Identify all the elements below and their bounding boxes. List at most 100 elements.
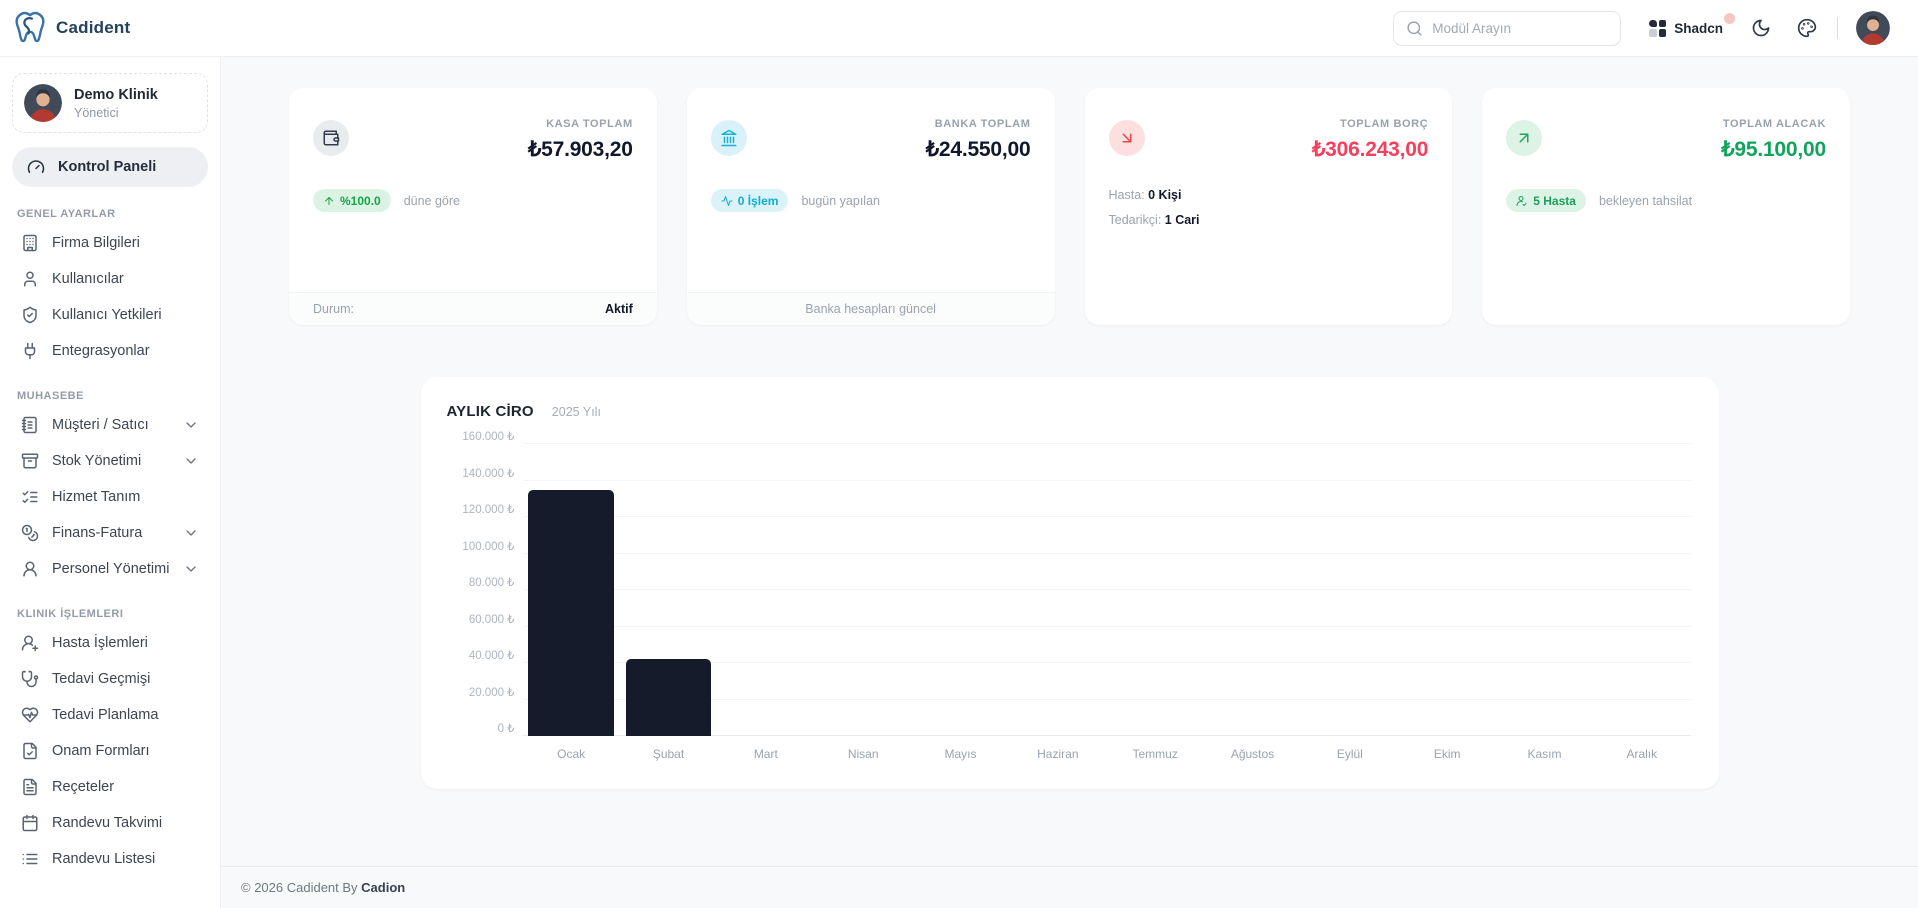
sidebar-item-tedavi-gecmisi[interactable]: Tedavi Geçmişi: [12, 661, 208, 697]
sidebar-item-stok-yonetimi[interactable]: Stok Yönetimi: [12, 443, 208, 479]
shadcn-label: Shadcn: [1674, 21, 1723, 36]
theme-palette-button[interactable]: [1797, 18, 1817, 38]
y-axis-tick: 0 ₺: [498, 721, 515, 735]
moon-icon: [1751, 18, 1771, 38]
card-label: TOPLAM ALACAK: [1721, 118, 1826, 130]
sidebar-item-entegrasyonlar[interactable]: Entegrasyonlar: [12, 333, 208, 369]
palette-icon: [1797, 18, 1817, 38]
avatar-image: [1856, 11, 1890, 45]
gauge-icon: [27, 158, 45, 176]
status-value: Aktif: [605, 302, 633, 316]
sidebar-item-label: Tedavi Planlama: [52, 707, 158, 723]
sidebar-item-label: Onam Formları: [52, 743, 150, 759]
user-avatar[interactable]: [1856, 11, 1890, 45]
sidebar-item-onam-formlari[interactable]: Onam Formları: [12, 733, 208, 769]
header-divider: [1837, 17, 1838, 39]
sidebar-item-label: Randevu Takvimi: [52, 815, 162, 831]
card-footer: Durum: Aktif: [289, 292, 657, 325]
list-icon: [21, 850, 39, 868]
blocks-icon: [1649, 20, 1666, 37]
archive-icon: [21, 452, 39, 470]
chevron-down-icon: [183, 453, 199, 469]
x-axis-label-ekim: Ekim: [1399, 747, 1496, 761]
sidebar-item-label: Randevu Listesi: [52, 851, 155, 867]
sidebar-item-musteri-satici[interactable]: Müşteri / Satıcı: [12, 407, 208, 443]
shadcn-theme-button[interactable]: Shadcn: [1647, 16, 1725, 41]
card-value: ₺95.100,00: [1721, 137, 1826, 162]
banka-icon-circle: [711, 120, 747, 156]
alacak-icon-circle: [1506, 120, 1542, 156]
sidebar-item-label: Personel Yönetimi: [52, 561, 169, 577]
debt-suppliers-row: Tedarikçi: 1 Cari: [1109, 213, 1429, 227]
arrow-down-right-icon: [1118, 129, 1136, 147]
building-icon: [21, 234, 39, 252]
chart-title: AYLIK CİRO: [447, 403, 534, 420]
sidebar-item-kullanici-yetkileri[interactable]: Kullanıcı Yetkileri: [12, 297, 208, 333]
summary-card-kasa: KASA TOPLAM ₺57.903,20 %100.0 düne göre …: [289, 88, 657, 325]
list-checks-icon: [21, 488, 39, 506]
card-value: ₺306.243,00: [1312, 137, 1428, 162]
debt-patients-row: Hasta: 0 Kişi: [1109, 188, 1429, 202]
sidebar-item-hizmet-tanim[interactable]: Hizmet Tanım: [12, 479, 208, 515]
sidebar-item-kullanicilar[interactable]: Kullanıcılar: [12, 261, 208, 297]
y-axis: 160.000 ₺140.000 ₺120.000 ₺100.000 ₺80.0…: [445, 444, 523, 736]
tooth-logo-icon: [12, 10, 48, 46]
dark-mode-toggle[interactable]: [1751, 18, 1771, 38]
plug-icon: [21, 342, 39, 360]
chevron-down-icon: [183, 561, 199, 577]
bank-status-text: Banka hesapları güncel: [805, 302, 936, 316]
y-axis-tick: 100.000 ₺: [462, 539, 514, 553]
badge-note: bugün yapılan: [801, 194, 880, 208]
sidebar-section-title-genel-ayarlar: Genel Ayarlar: [17, 208, 203, 220]
file-check-icon: [21, 742, 39, 760]
sidebar-item-personel-yonetimi[interactable]: Personel Yönetimi: [12, 551, 208, 587]
sidebar-item-randevu-takvimi[interactable]: Randevu Takvimi: [12, 805, 208, 841]
sidebar-item-label: Kullanıcılar: [52, 271, 124, 287]
summary-card-alacak: TOPLAM ALACAK ₺95.100,00 5 Hasta bekleye…: [1482, 88, 1850, 325]
percent-badge: %100.0: [313, 189, 391, 212]
monthly-revenue-chart-card: AYLIK CİRO 2025 Yılı 160.000 ₺140.000 ₺1…: [421, 377, 1719, 789]
arrow-up-icon: [323, 195, 335, 207]
coins-icon: [21, 524, 39, 542]
y-axis-tick: 140.000 ₺: [462, 466, 514, 480]
chevron-down-icon: [183, 525, 199, 541]
brand-logo[interactable]: Cadident: [12, 10, 130, 46]
sidebar-item-kontrol-paneli[interactable]: Kontrol Paneli: [12, 147, 208, 187]
gridline: [523, 626, 1691, 627]
badge-note: düne göre: [404, 194, 460, 208]
brand-name: Cadident: [56, 18, 130, 38]
x-axis: OcakŞubatMartNisanMayısHaziranTemmuzAğus…: [523, 736, 1691, 764]
chart-plot: [523, 444, 1691, 736]
sidebar-item-hasta-i-slemleri[interactable]: Hasta İşlemleri: [12, 625, 208, 661]
sidebar-item-label: Kontrol Paneli: [58, 159, 156, 175]
search-icon: [1406, 20, 1423, 37]
sidebar-item-receteler[interactable]: Reçeteler: [12, 769, 208, 805]
clinic-user-card[interactable]: Demo Klinik Yönetici: [12, 73, 208, 133]
y-axis-tick: 160.000 ₺: [462, 429, 514, 443]
x-axis-label-haziran: Haziran: [1009, 747, 1106, 761]
y-axis-tick: 60.000 ₺: [469, 612, 515, 626]
sidebar-item-randevu-listesi[interactable]: Randevu Listesi: [12, 841, 208, 877]
y-axis-tick: 20.000 ₺: [469, 685, 515, 699]
x-axis-label-subat: Şubat: [620, 747, 717, 761]
card-label: KASA TOPLAM: [528, 118, 633, 130]
bank-icon: [720, 129, 738, 147]
sidebar-item-finans-fatura[interactable]: Finans-Fatura: [12, 515, 208, 551]
x-axis-label-nisan: Nisan: [815, 747, 912, 761]
arrow-up-right-icon: [1515, 129, 1533, 147]
sidebar-item-label: Tedavi Geçmişi: [52, 671, 150, 687]
sidebar-nav: Genel Ayarlar Firma Bilgileri Kullanıcılar…: [12, 208, 208, 877]
sidebar-item-label: Entegrasyonlar: [52, 343, 150, 359]
clinic-role: Yönetici: [74, 106, 158, 120]
status-label: Durum:: [313, 302, 354, 316]
file-text-icon: [21, 778, 39, 796]
gridline: [523, 516, 1691, 517]
search-input[interactable]: [1432, 21, 1609, 36]
sidebar-section-title-klinik-i-slemleri: Klinik İşlemleri: [17, 608, 203, 620]
user-plus-icon: [21, 634, 39, 652]
heart-pulse-icon: [21, 706, 39, 724]
sidebar-item-tedavi-planlama[interactable]: Tedavi Planlama: [12, 697, 208, 733]
card-value: ₺57.903,20: [528, 137, 633, 162]
sidebar-item-firma-bilgileri[interactable]: Firma Bilgileri: [12, 225, 208, 261]
chevron-down-icon: [183, 417, 199, 433]
